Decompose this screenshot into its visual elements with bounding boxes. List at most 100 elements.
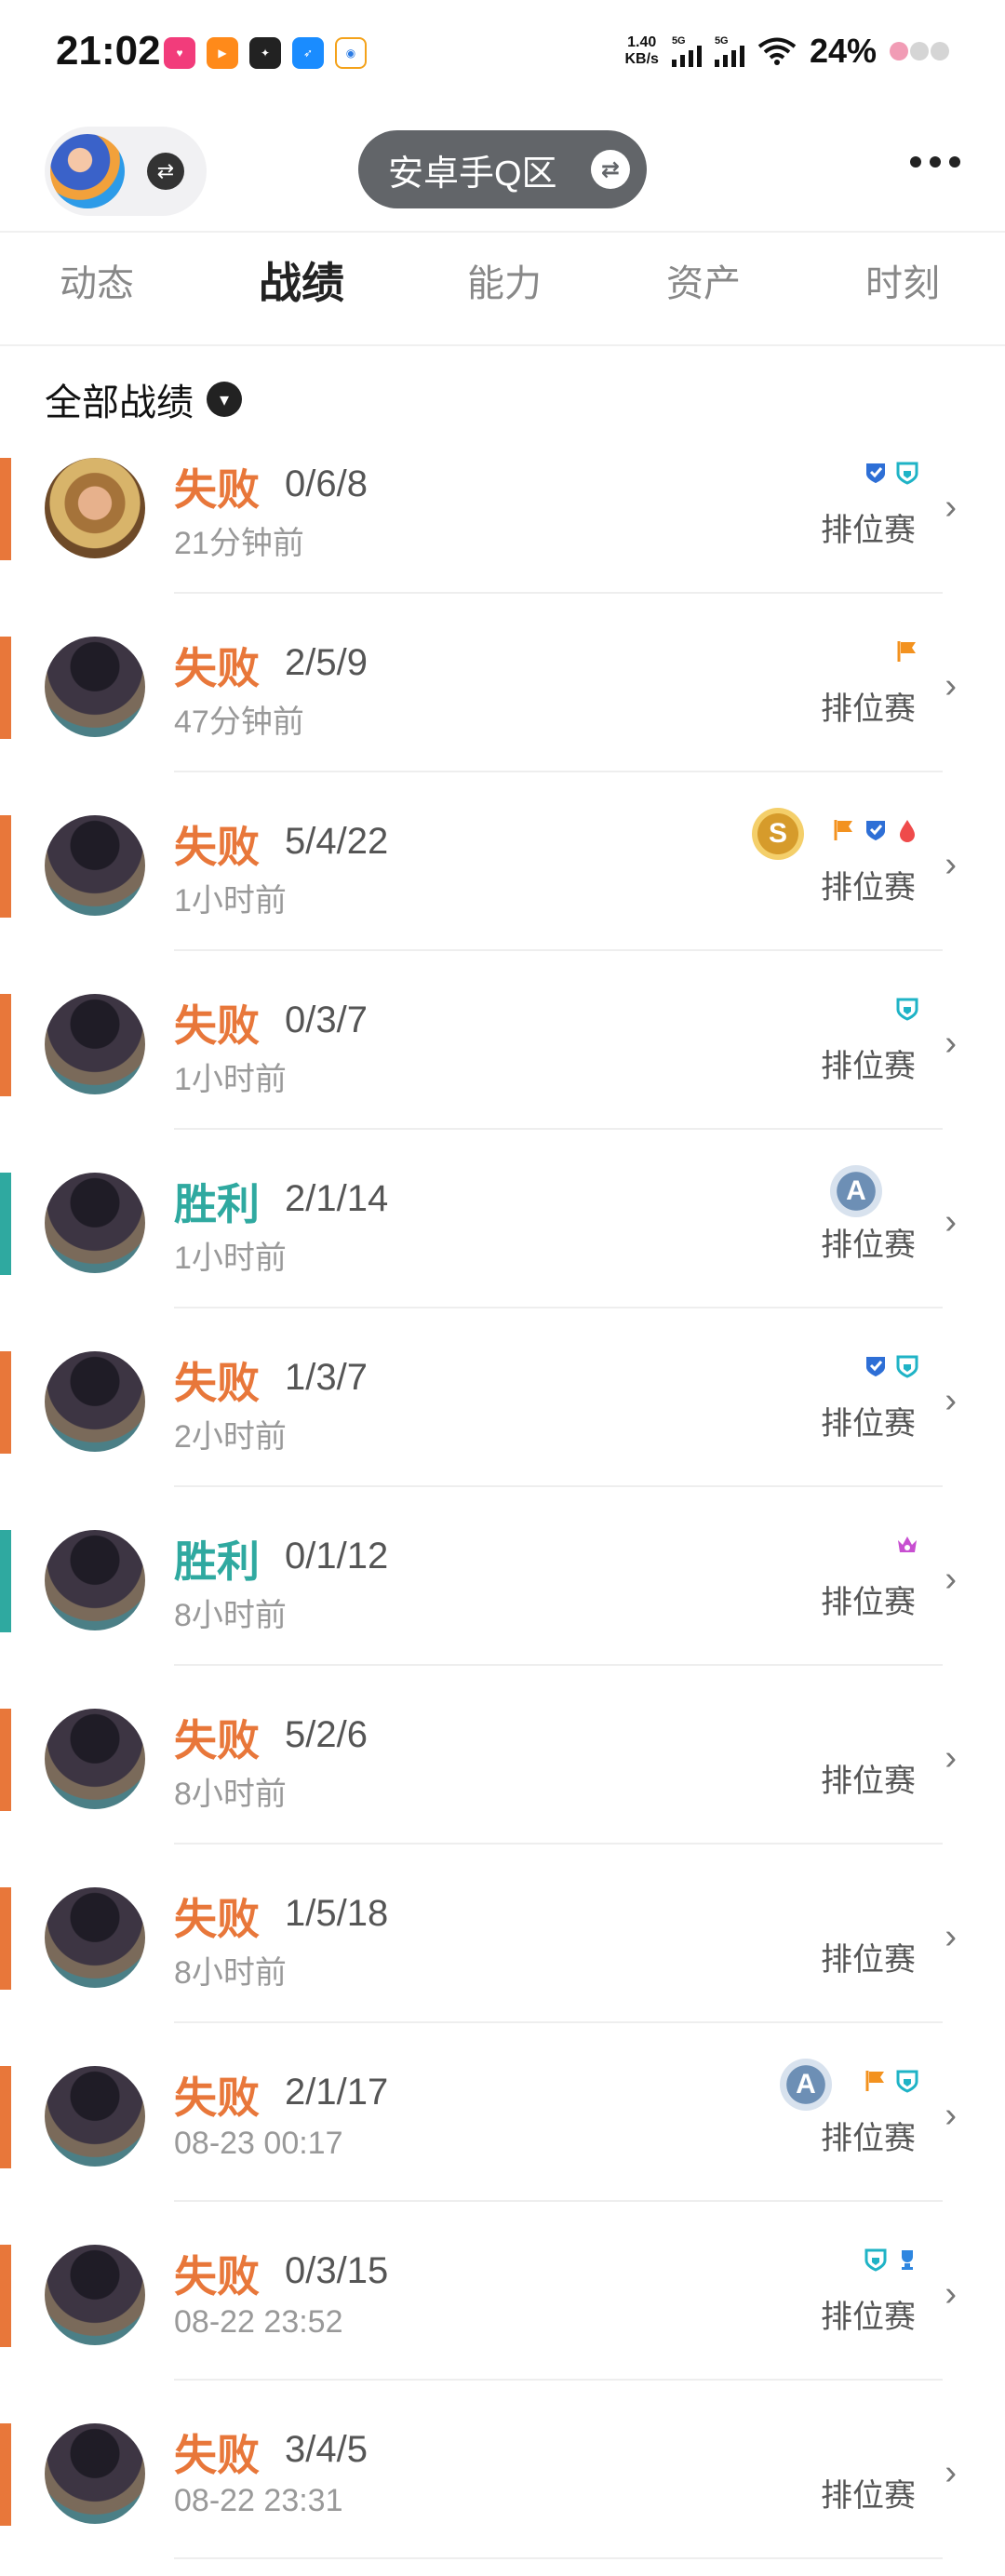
- hero-avatar: [45, 815, 145, 916]
- result-indicator-bar: [0, 1887, 11, 1990]
- match-row[interactable]: 失败 5/2/6 8小时前 排位赛 ›: [0, 1701, 1005, 1880]
- match-row[interactable]: 失败 0/3/15 08-22 23:52 排位赛 ›: [0, 2237, 1005, 2416]
- match-result: 失败: [174, 465, 260, 514]
- chevron-right-icon: ›: [945, 488, 957, 527]
- achievement-tags: [864, 2247, 919, 2273]
- match-mode: 排位赛: [821, 1406, 916, 1442]
- defense-shield-icon: [895, 1354, 919, 1378]
- chevron-right-icon: ›: [945, 666, 957, 705]
- defense-shield-icon: [864, 2247, 888, 2272]
- server-selector[interactable]: 安卓手Q区 ⇄: [358, 130, 647, 208]
- divider: [174, 2200, 943, 2202]
- defense-shield-icon: [895, 997, 919, 1021]
- divider: [174, 1128, 943, 1130]
- result-indicator-bar: [0, 1351, 11, 1454]
- hero-avatar: [45, 2423, 145, 2524]
- match-row[interactable]: 失败 5/4/22 1小时前 S 排位赛 ›: [0, 808, 1005, 986]
- result-indicator-bar: [0, 1530, 11, 1632]
- match-result: 失败: [174, 2252, 260, 2301]
- tab-moments[interactable]: 时刻: [865, 253, 940, 307]
- achievement-tags: [895, 996, 919, 1022]
- match-row[interactable]: 失败 2/5/9 47分钟前 排位赛 ›: [0, 629, 1005, 808]
- chevron-right-icon: ›: [945, 1560, 957, 1599]
- swap-icon: ⇄: [591, 150, 630, 189]
- result-indicator-bar: [0, 1173, 11, 1275]
- avatar[interactable]: [50, 134, 125, 208]
- wifi-icon: [757, 37, 797, 65]
- account-switcher[interactable]: ⇄: [45, 127, 207, 216]
- match-row[interactable]: 失败 2/1/17 08-23 00:17 A 排位赛 ›: [0, 2059, 1005, 2237]
- match-result: 失败: [174, 1895, 260, 1943]
- hero-avatar: [45, 1709, 145, 1809]
- network-speed: 1.40 KB/s: [624, 34, 659, 67]
- kda-score: 1/5/18: [285, 1893, 389, 1934]
- match-result: 失败: [174, 1001, 260, 1050]
- match-result: 胜利: [174, 1537, 260, 1586]
- swap-icon[interactable]: ⇄: [147, 153, 184, 190]
- more-menu-button[interactable]: [910, 156, 960, 168]
- tab-records[interactable]: 战绩: [259, 249, 344, 311]
- divider: [0, 344, 1005, 346]
- kda-score: 2/1/17: [285, 2072, 389, 2113]
- match-result: 失败: [174, 823, 260, 871]
- match-row[interactable]: 失败 1/3/7 2小时前 排位赛 ›: [0, 1344, 1005, 1523]
- chevron-right-icon: ›: [945, 845, 957, 884]
- match-mode: 排位赛: [821, 1942, 916, 1978]
- match-mode: 排位赛: [821, 691, 916, 727]
- kda-score: 0/3/7: [285, 1000, 368, 1040]
- mvp-shield-icon: [864, 461, 888, 485]
- signal-icon: 5G: [671, 35, 702, 67]
- game-app-icon: ✦: [249, 37, 281, 69]
- chevron-down-icon: ▾: [207, 382, 242, 417]
- match-row[interactable]: 失败 1/5/18 8小时前 排位赛 ›: [0, 1880, 1005, 2059]
- chevron-right-icon: ›: [945, 1024, 957, 1063]
- match-result: 胜利: [174, 1180, 260, 1228]
- chevron-right-icon: ›: [945, 2274, 957, 2314]
- result-indicator-bar: [0, 994, 11, 1096]
- divider: [174, 949, 943, 951]
- hero-avatar: [45, 1351, 145, 1452]
- match-row[interactable]: 胜利 0/1/12 8小时前 排位赛 ›: [0, 1523, 1005, 1701]
- rating-badge-icon: A: [830, 1165, 882, 1217]
- match-mode: 排位赛: [821, 2121, 916, 2156]
- result-indicator-bar: [0, 2066, 11, 2168]
- match-row[interactable]: 胜利 2/1/14 1小时前 A 排位赛 ›: [0, 1165, 1005, 1344]
- match-row[interactable]: 失败 0/6/8 21分钟前 排位赛 ›: [0, 450, 1005, 629]
- match-row[interactable]: 失败 3/4/5 08-22 23:31 排位赛 ›: [0, 2416, 1005, 2576]
- kda-score: 2/1/14: [285, 1178, 389, 1219]
- chevron-right-icon: ›: [945, 1917, 957, 1956]
- achievement-tags: [895, 1532, 919, 1558]
- kda-score: 2/5/9: [285, 642, 368, 683]
- chevron-right-icon: ›: [945, 1381, 957, 1420]
- tab-bar: 动态 战绩 能力 资产 时刻: [0, 233, 1005, 344]
- crown-icon: [895, 1533, 919, 1557]
- divider: [174, 1664, 943, 1666]
- records-filter[interactable]: 全部战绩 ▾: [45, 372, 242, 426]
- hero-avatar: [45, 2066, 145, 2167]
- tab-feed[interactable]: 动态: [60, 253, 134, 307]
- result-indicator-bar: [0, 2423, 11, 2526]
- tab-assets[interactable]: 资产: [666, 253, 741, 307]
- rating-badge-icon: A: [780, 2059, 832, 2111]
- match-row[interactable]: 失败 0/3/7 1小时前 排位赛 ›: [0, 986, 1005, 1165]
- match-time: 21分钟前: [174, 526, 304, 561]
- divider: [174, 592, 943, 594]
- match-time: 1小时前: [174, 1062, 287, 1097]
- battery-flower-icon: [890, 42, 949, 60]
- hero-avatar: [45, 458, 145, 558]
- video-app-icon: ▶: [207, 37, 238, 69]
- filter-label: 全部战绩: [45, 382, 194, 423]
- tab-ability[interactable]: 能力: [467, 253, 542, 307]
- result-indicator-bar: [0, 637, 11, 739]
- achievement-tags: [895, 638, 919, 664]
- divider: [174, 2021, 943, 2023]
- kda-score: 5/2/6: [285, 1714, 368, 1755]
- result-indicator-bar: [0, 2245, 11, 2347]
- result-indicator-bar: [0, 458, 11, 560]
- result-indicator-bar: [0, 1709, 11, 1811]
- divider: [174, 2379, 943, 2381]
- match-time: 08-23 00:17: [174, 2126, 343, 2161]
- mvp-shield-icon: [864, 818, 888, 842]
- status-bar: 21:02 ♥ ▶ ✦ ➶ ◉ 1.40 KB/s 5G 5G 24%: [0, 0, 1005, 112]
- match-time: 1小时前: [174, 883, 287, 919]
